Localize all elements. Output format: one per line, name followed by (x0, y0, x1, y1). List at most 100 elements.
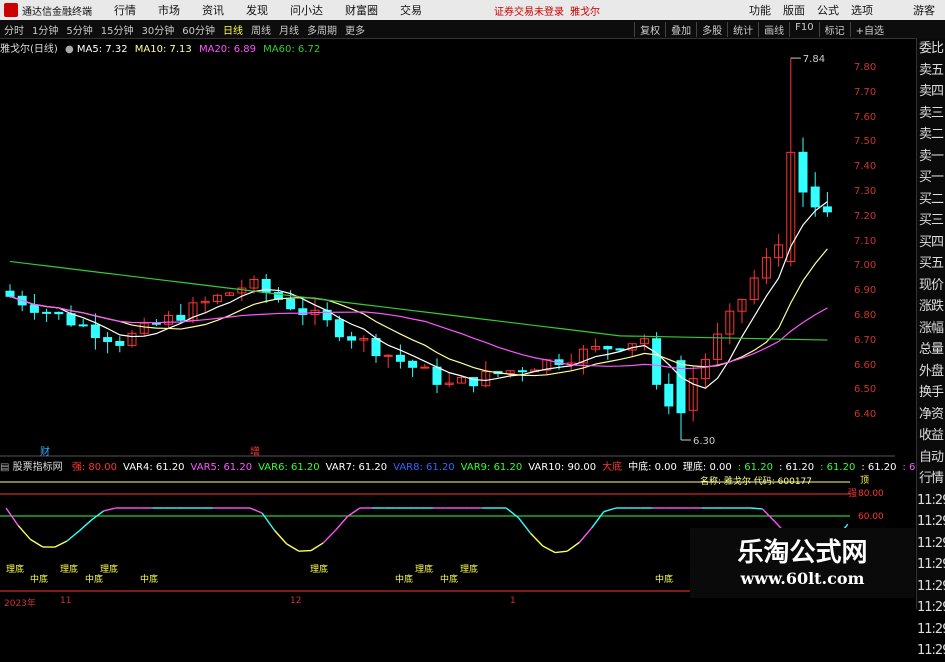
menu-news[interactable]: 资讯 (202, 2, 224, 18)
watermark: 乐淘公式网 www.60lt.com (690, 528, 915, 598)
tab-daily[interactable]: 日线 (219, 22, 247, 37)
tab-intraday[interactable]: 分时 (0, 22, 28, 37)
side-panel-item: 行情 (917, 468, 945, 490)
oscillator-segment (323, 530, 335, 543)
tab-more[interactable]: 更多 (341, 22, 369, 37)
sub-indicator-value: 大底 (602, 462, 622, 473)
watermark-url: www.60lt.com (690, 569, 915, 588)
app-title: 通达信金融终端 (22, 3, 92, 18)
oscillator-segment (55, 541, 67, 547)
side-panel-item: 买四 (917, 232, 945, 254)
oscillator-segment (6, 508, 18, 526)
menu-wealth[interactable]: 财富圈 (345, 2, 378, 18)
tab-1min[interactable]: 1分钟 (28, 22, 62, 37)
candle-body (55, 312, 63, 313)
bottom-signal-label: 中底 (140, 573, 158, 585)
bottom-signal-label: 中底 (440, 573, 458, 585)
tab-30min[interactable]: 30分钟 (137, 22, 178, 37)
sub-indicator-value: : 61.20 (738, 462, 773, 473)
sub-indicator-name[interactable]: 股票指标网 (13, 462, 63, 473)
side-panel-item: 委比 (917, 38, 945, 60)
candle-body (665, 384, 673, 406)
bottom-signal-label: 中底 (655, 573, 673, 585)
tool-mark[interactable]: 标记 (819, 22, 850, 37)
menu-market[interactable]: 市场 (158, 2, 180, 18)
price-tick: 6.40 (854, 409, 876, 420)
menu-discover[interactable]: 发现 (246, 2, 268, 18)
side-panel-item: 买二 (917, 189, 945, 211)
side-panel-item: 11:29 (917, 490, 945, 512)
menu-trade[interactable]: 交易 (400, 2, 422, 18)
price-tick: 6.90 (854, 285, 876, 296)
oscillator-segment (750, 508, 762, 509)
candle-body (799, 152, 807, 192)
candle-body (152, 323, 160, 324)
bottom-signal-label: 理底 (60, 563, 78, 575)
tool-overlay[interactable]: 叠加 (665, 22, 696, 37)
oscillator-segment (518, 518, 530, 534)
login-status[interactable]: 证券交易未登录 (494, 3, 564, 18)
side-panel-item: 11:29 (917, 533, 945, 555)
tab-15min[interactable]: 15分钟 (97, 22, 138, 37)
tool-f10[interactable]: F10 (789, 22, 818, 37)
side-panel-item: 买五 (917, 253, 945, 275)
ma20-line (10, 296, 827, 368)
time-tick: 12 (290, 596, 301, 606)
menu-formula[interactable]: 公式 (817, 2, 839, 18)
oscillator-segment (299, 551, 311, 552)
candle-body (372, 339, 380, 356)
sub-indicator-icon: ▤ (0, 462, 13, 473)
tab-5min[interactable]: 5分钟 (62, 22, 96, 37)
menu-quotes[interactable]: 行情 (114, 2, 136, 18)
side-panel-item: 卖一 (917, 146, 945, 168)
oscillator-segment (543, 546, 555, 553)
price-tick: 7.30 (854, 186, 876, 197)
tool-statistics[interactable]: 统计 (727, 22, 758, 37)
menubar-right: 功能 版面 公式 选项 游客 (749, 2, 935, 18)
price-tick: 7.50 (854, 136, 876, 147)
marker-increase[interactable]: 增 (250, 443, 260, 458)
bottom-signal-label: 理底 (460, 563, 478, 575)
candle-body (811, 187, 819, 207)
candle-body (6, 291, 14, 296)
menu-options[interactable]: 选项 (851, 2, 873, 18)
side-panel-item: 11:29 (917, 576, 945, 598)
candle-body (91, 325, 99, 338)
sub-indicator-value: VAR6: 61.20 (258, 462, 320, 473)
sub-indicator-value: VAR8: 61.20 (393, 462, 455, 473)
candle-body (616, 349, 624, 350)
marker-finance[interactable]: 财 (40, 443, 50, 458)
menu-function[interactable]: 功能 (749, 2, 771, 18)
side-panel-item: 买三 (917, 210, 945, 232)
sub-indicator-value: : 61.20 (861, 462, 896, 473)
side-panel-item: 卖四 (917, 81, 945, 103)
tab-weekly[interactable]: 周线 (247, 22, 275, 37)
side-panel-item: 11:29 (917, 640, 945, 662)
tab-monthly[interactable]: 月线 (275, 22, 303, 37)
menu-guest[interactable]: 游客 (913, 2, 935, 18)
side-panel-item: 11:29 (917, 619, 945, 641)
menu-layout[interactable]: 版面 (783, 2, 805, 18)
menu-xiaoda[interactable]: 问小达 (290, 2, 323, 18)
oscillator-segment (579, 528, 591, 542)
sub-indicator-value: 理底: 0.00 (683, 462, 732, 473)
bottom-signal-label: 理底 (310, 563, 328, 575)
app-logo-icon (4, 3, 18, 17)
tool-draw-line[interactable]: 画线 (758, 22, 789, 37)
tool-rights-adjust[interactable]: 复权 (634, 22, 665, 37)
oscillator-segment (30, 539, 42, 546)
oscillator-segment (67, 531, 79, 541)
oscillator-segment (555, 551, 567, 552)
tab-60min[interactable]: 60分钟 (178, 22, 219, 37)
ma60-line (10, 261, 827, 340)
tab-multi-period[interactable]: 多周期 (303, 22, 341, 37)
bottom-signal-label: 中底 (395, 573, 413, 585)
sub-indicator-value: VAR10: 90.00 (528, 462, 596, 473)
price-tick: 7.60 (854, 112, 876, 123)
candlestick-chart[interactable]: 7.846.30名称: 雅戈尔 代码: 600177顶强80.0060.00理底… (0, 38, 895, 609)
price-tick: 7.40 (854, 161, 876, 172)
side-panel-item: 收益 (917, 425, 945, 447)
tool-add-watchlist[interactable]: +自选 (850, 22, 889, 37)
tool-multi-stock[interactable]: 多股 (696, 22, 727, 37)
menu-bar: 通达信金融终端 行情 市场 资讯 发现 问小达 财富圈 交易 证券交易未登录 雅… (0, 0, 945, 20)
